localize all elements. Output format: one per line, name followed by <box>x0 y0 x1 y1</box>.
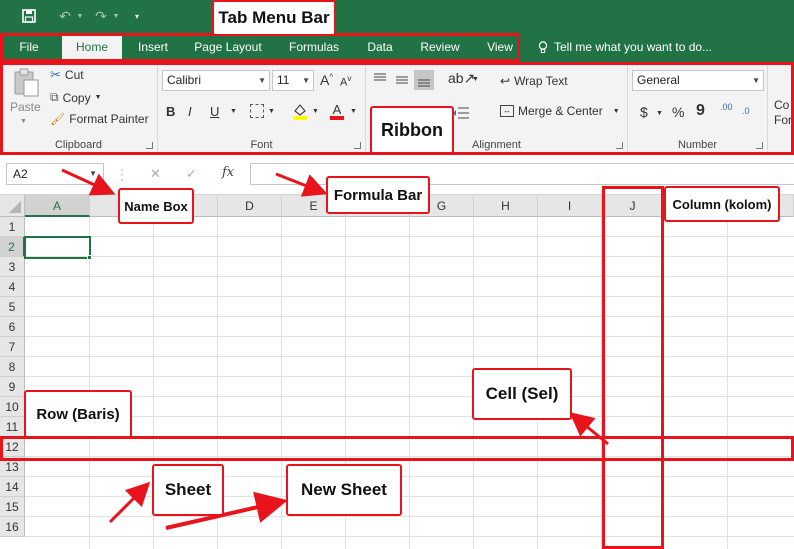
grid-row-line <box>25 536 794 537</box>
grid-column-line <box>281 217 282 549</box>
cell-callout: Cell (Sel) <box>472 368 572 420</box>
redo-icon[interactable]: ↷ <box>90 6 112 26</box>
row-header-16[interactable]: 16 <box>0 517 25 537</box>
row-header-11[interactable]: 11 <box>0 417 25 437</box>
grid-column-line <box>727 217 728 549</box>
insert-function-icon[interactable]: fx <box>222 165 234 180</box>
grid-column-line <box>409 217 410 549</box>
row-header-6[interactable]: 6 <box>0 317 25 337</box>
row-header-5[interactable]: 5 <box>0 297 25 317</box>
save-icon[interactable] <box>18 6 40 26</box>
column-header-d[interactable]: D <box>218 195 282 217</box>
tab-menu-bar-highlight <box>0 33 520 62</box>
vertical-dots-icon: · · · <box>120 162 124 186</box>
title-bar: ↶ ▼ ↷ ▼ ▾ <box>0 0 794 32</box>
grid-row-line <box>25 296 794 297</box>
row-callout: Row (Baris) <box>24 390 132 438</box>
selected-cell-a2[interactable] <box>24 236 91 259</box>
row-header-4[interactable]: 4 <box>0 277 25 297</box>
row-header-10[interactable]: 10 <box>0 397 25 417</box>
ribbon-callout: Ribbon <box>370 106 454 154</box>
grid-row-line <box>25 516 794 517</box>
undo-icon[interactable]: ↶ <box>54 6 76 26</box>
row-header-7[interactable]: 7 <box>0 337 25 357</box>
name-box[interactable]: A2 ▼ <box>6 163 104 185</box>
row-12-highlight <box>0 436 794 461</box>
tell-me-text: Tell me what you want to do... <box>554 40 713 54</box>
grid-row-line <box>25 336 794 337</box>
row-header-3[interactable]: 3 <box>0 257 25 277</box>
undo-dropdown-icon[interactable]: ▼ <box>76 6 84 26</box>
row-header-1[interactable]: 1 <box>0 217 25 237</box>
grid-row-line <box>25 356 794 357</box>
grid-row-line <box>25 476 794 477</box>
lightbulb-icon <box>538 40 548 53</box>
name-box-callout: Name Box <box>118 188 194 224</box>
row-header-14[interactable]: 14 <box>0 477 25 497</box>
enter-icon[interactable]: ✓ <box>186 166 197 182</box>
grid-row-line <box>25 256 794 257</box>
row-header-8[interactable]: 8 <box>0 357 25 377</box>
grid-row-line <box>25 316 794 317</box>
new-sheet-callout: New Sheet <box>286 464 402 516</box>
row-header-15[interactable]: 15 <box>0 497 25 517</box>
grid-row-line <box>25 396 794 397</box>
name-box-value: A2 <box>13 167 28 181</box>
formula-bar-callout: Formula Bar <box>326 176 430 214</box>
grid-column-line <box>89 217 90 549</box>
row-header-9[interactable]: 9 <box>0 377 25 397</box>
sheet-callout: Sheet <box>152 464 224 516</box>
tab-menu-bar-callout: Tab Menu Bar <box>212 0 336 36</box>
chevron-down-icon: ▼ <box>89 169 97 178</box>
column-header-a[interactable]: A <box>25 195 90 217</box>
fill-handle[interactable] <box>87 255 92 260</box>
grid-row-line <box>25 376 794 377</box>
column-header-h[interactable]: H <box>474 195 538 217</box>
grid-row-line <box>25 236 794 237</box>
select-all-corner[interactable] <box>0 195 25 217</box>
grid-row-line <box>25 276 794 277</box>
cancel-icon[interactable]: ✕ <box>150 166 161 182</box>
row-header-2[interactable]: 2 <box>0 237 25 257</box>
customize-qat-icon[interactable]: ▾ <box>126 6 148 26</box>
redo-dropdown-icon[interactable]: ▼ <box>112 6 120 26</box>
column-header-i[interactable]: I <box>538 195 602 217</box>
quick-access-toolbar: ↶ ▼ ↷ ▼ ▾ <box>18 6 148 26</box>
grid-row-line <box>25 496 794 497</box>
column-callout: Column (kolom) <box>664 186 780 222</box>
column-j-highlight <box>602 186 664 549</box>
grid-row-line <box>25 416 794 417</box>
tell-me-search[interactable]: Tell me what you want to do... <box>538 40 712 54</box>
